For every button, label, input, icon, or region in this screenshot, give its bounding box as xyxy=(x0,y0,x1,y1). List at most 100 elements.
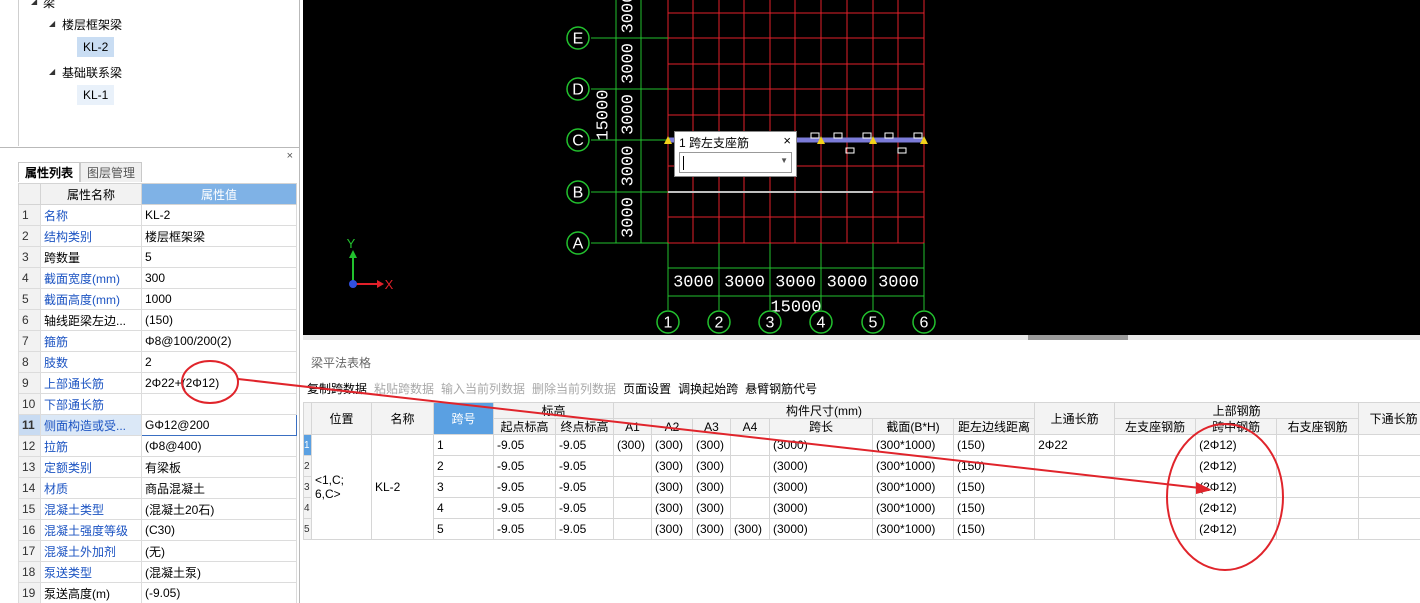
row-number[interactable]: 1 xyxy=(303,434,312,456)
col-name[interactable]: 名称 xyxy=(371,402,434,435)
cell-bottom-through[interactable] xyxy=(1358,518,1420,540)
cell-span-no[interactable]: 3 xyxy=(433,476,494,498)
cell-mid-span[interactable]: (2Φ12) xyxy=(1195,434,1278,456)
col-a4[interactable]: A4 xyxy=(730,418,771,435)
cell-span-no[interactable]: 2 xyxy=(433,455,494,477)
expand-triangle-icon[interactable]: ◢ xyxy=(31,0,37,6)
col-span-length[interactable]: 跨长 xyxy=(769,418,874,435)
row-number[interactable]: 4 xyxy=(303,497,312,519)
cell-end-elev[interactable]: -9.05 xyxy=(554,518,615,540)
expand-triangle-icon[interactable]: ◢ xyxy=(49,19,55,28)
property-row[interactable]: 13 定额类别 有梁板 xyxy=(18,456,297,478)
cell-top-through[interactable] xyxy=(1034,455,1116,477)
cell-span-no[interactable]: 1 xyxy=(433,434,494,456)
cell-section[interactable]: (300*1000) xyxy=(872,518,955,540)
cell-span-length[interactable]: (3000) xyxy=(769,518,874,540)
property-row[interactable]: 15 混凝土类型 (混凝土20石) xyxy=(18,498,297,520)
cell-left-support[interactable] xyxy=(1114,497,1197,519)
property-row[interactable]: 18 泵送类型 (混凝土泵) xyxy=(18,561,297,583)
cell-a2[interactable]: (300) xyxy=(651,497,694,519)
cell-left-distance[interactable]: (150) xyxy=(953,455,1036,477)
property-value[interactable]: 1000 xyxy=(141,288,297,310)
tree-group-label[interactable]: 基础联系梁 xyxy=(62,64,122,81)
cell-left-support[interactable] xyxy=(1114,455,1197,477)
cell-section[interactable]: (300*1000) xyxy=(872,497,955,519)
property-row[interactable]: 11 侧面构造或受... GΦ12@200 xyxy=(18,414,297,436)
cell-a1[interactable] xyxy=(613,518,653,540)
toolbar-button[interactable]: 页面设置 xyxy=(623,380,671,397)
property-row[interactable]: 14 材质 商品混凝土 xyxy=(18,477,297,499)
cell-end-elev[interactable]: -9.05 xyxy=(554,455,615,477)
cell-section[interactable]: (300*1000) xyxy=(872,434,955,456)
close-icon[interactable]: × xyxy=(287,150,293,162)
cell-a3[interactable]: (300) xyxy=(692,497,732,519)
property-value[interactable]: 楼层框架梁 xyxy=(141,225,297,247)
table-row[interactable]: 3 3 -9.05 -9.05 (300) (300) (3000) (300*1000) (1… xyxy=(303,476,1420,498)
property-row[interactable]: 2 结构类别 楼层框架梁 xyxy=(18,225,297,247)
property-value[interactable]: 5 xyxy=(141,246,297,268)
cell-right-support[interactable] xyxy=(1276,476,1360,498)
col-a1[interactable]: A1 xyxy=(613,418,653,435)
cell-end-elev[interactable]: -9.05 xyxy=(554,497,615,519)
toolbar-button[interactable]: 输入当前列数据 xyxy=(441,380,525,397)
tab-property-list[interactable]: 属性列表 xyxy=(18,162,81,182)
property-value[interactable]: (C30) xyxy=(141,519,297,541)
property-value[interactable]: KL-2 xyxy=(141,204,297,226)
property-row[interactable]: 17 混凝土外加剂 (无) xyxy=(18,540,297,562)
col-end-elev[interactable]: 终点标高 xyxy=(554,418,615,435)
property-value[interactable]: 有梁板 xyxy=(141,456,297,478)
close-icon[interactable]: × xyxy=(783,133,791,148)
cell-a4[interactable] xyxy=(730,476,771,498)
cell-start-elev[interactable]: -9.05 xyxy=(493,455,556,477)
property-row[interactable]: 16 混凝土强度等级 (C30) xyxy=(18,519,297,541)
cell-mid-span[interactable]: (2Φ12) xyxy=(1195,497,1278,519)
col-top-through[interactable]: 上通长筋 xyxy=(1034,402,1116,435)
cell-bottom-through[interactable] xyxy=(1358,455,1420,477)
property-row[interactable]: 12 拉筋 (Φ8@400) xyxy=(18,435,297,457)
cell-a4[interactable]: (300) xyxy=(730,518,771,540)
property-value[interactable]: (150) xyxy=(141,309,297,331)
col-left-support[interactable]: 左支座钢筋 xyxy=(1114,418,1197,435)
property-value[interactable]: (混凝土泵) xyxy=(141,561,297,583)
cell-span-no[interactable]: 4 xyxy=(433,497,494,519)
cell-section[interactable]: (300*1000) xyxy=(872,476,955,498)
tree-item-kl-2[interactable]: KL-2 xyxy=(77,37,115,57)
cell-a3[interactable]: (300) xyxy=(692,455,732,477)
cell-bottom-through[interactable] xyxy=(1358,476,1420,498)
tree-item-kl-1[interactable]: KL-1 xyxy=(77,85,115,105)
cell-start-elev[interactable]: -9.05 xyxy=(493,518,556,540)
cell-left-distance[interactable]: (150) xyxy=(953,518,1036,540)
cell-mid-span[interactable]: (2Φ12) xyxy=(1195,455,1278,477)
cell-span-length[interactable]: (3000) xyxy=(769,434,874,456)
left-support-rebar-input[interactable]: ▼ xyxy=(679,152,792,173)
table-row[interactable]: 4 4 -9.05 -9.05 (300) (300) (3000) (300*1000) (1… xyxy=(303,497,1420,519)
col-start-elev[interactable]: 起点标高 xyxy=(493,418,556,435)
table-row[interactable]: 1 <1,C; 6,C> KL-2 1 -9.05 -9.05 (300) (300) (300… xyxy=(303,434,1420,540)
col-right-support[interactable]: 右支座钢筋 xyxy=(1276,418,1360,435)
cell-a1[interactable] xyxy=(613,476,653,498)
col-mid-span[interactable]: 跨中钢筋 xyxy=(1195,418,1278,435)
property-row[interactable]: 10 下部通长筋 xyxy=(18,393,297,415)
tab-layer-management[interactable]: 图层管理 xyxy=(80,162,143,182)
property-row[interactable]: 1 名称 KL-2 xyxy=(18,204,297,226)
cell-left-distance[interactable]: (150) xyxy=(953,497,1036,519)
property-value[interactable]: GΦ12@200 xyxy=(141,414,297,436)
cell-left-distance[interactable]: (150) xyxy=(953,434,1036,456)
cell-a4[interactable] xyxy=(730,434,771,456)
cell-a4[interactable] xyxy=(730,497,771,519)
cell-span-length[interactable]: (3000) xyxy=(769,497,874,519)
table-row[interactable]: 2 2 -9.05 -9.05 (300) (300) (3000) (300*1000) (1… xyxy=(303,455,1420,477)
cell-span-length[interactable]: (3000) xyxy=(769,455,874,477)
cell-top-through[interactable]: 2Φ22 xyxy=(1034,434,1116,456)
cell-span-no[interactable]: 5 xyxy=(433,518,494,540)
property-row[interactable]: 6 轴线距梁左边... (150) xyxy=(18,309,297,331)
drawing-canvas[interactable]: 3000 3000 3000 3000 3000 15000 3000 3000 3000 300… xyxy=(303,0,1420,335)
cell-right-support[interactable] xyxy=(1276,497,1360,519)
property-value[interactable]: Φ8@100/200(2) xyxy=(141,330,297,352)
cell-a1[interactable] xyxy=(613,497,653,519)
chevron-down-icon[interactable]: ▼ xyxy=(780,156,788,165)
cell-position[interactable]: <1,C; 6,C> xyxy=(311,434,372,540)
cell-start-elev[interactable]: -9.05 xyxy=(493,497,556,519)
property-row[interactable]: 7 箍筋 Φ8@100/200(2) xyxy=(18,330,297,352)
property-value[interactable]: 商品混凝土 xyxy=(141,477,297,499)
